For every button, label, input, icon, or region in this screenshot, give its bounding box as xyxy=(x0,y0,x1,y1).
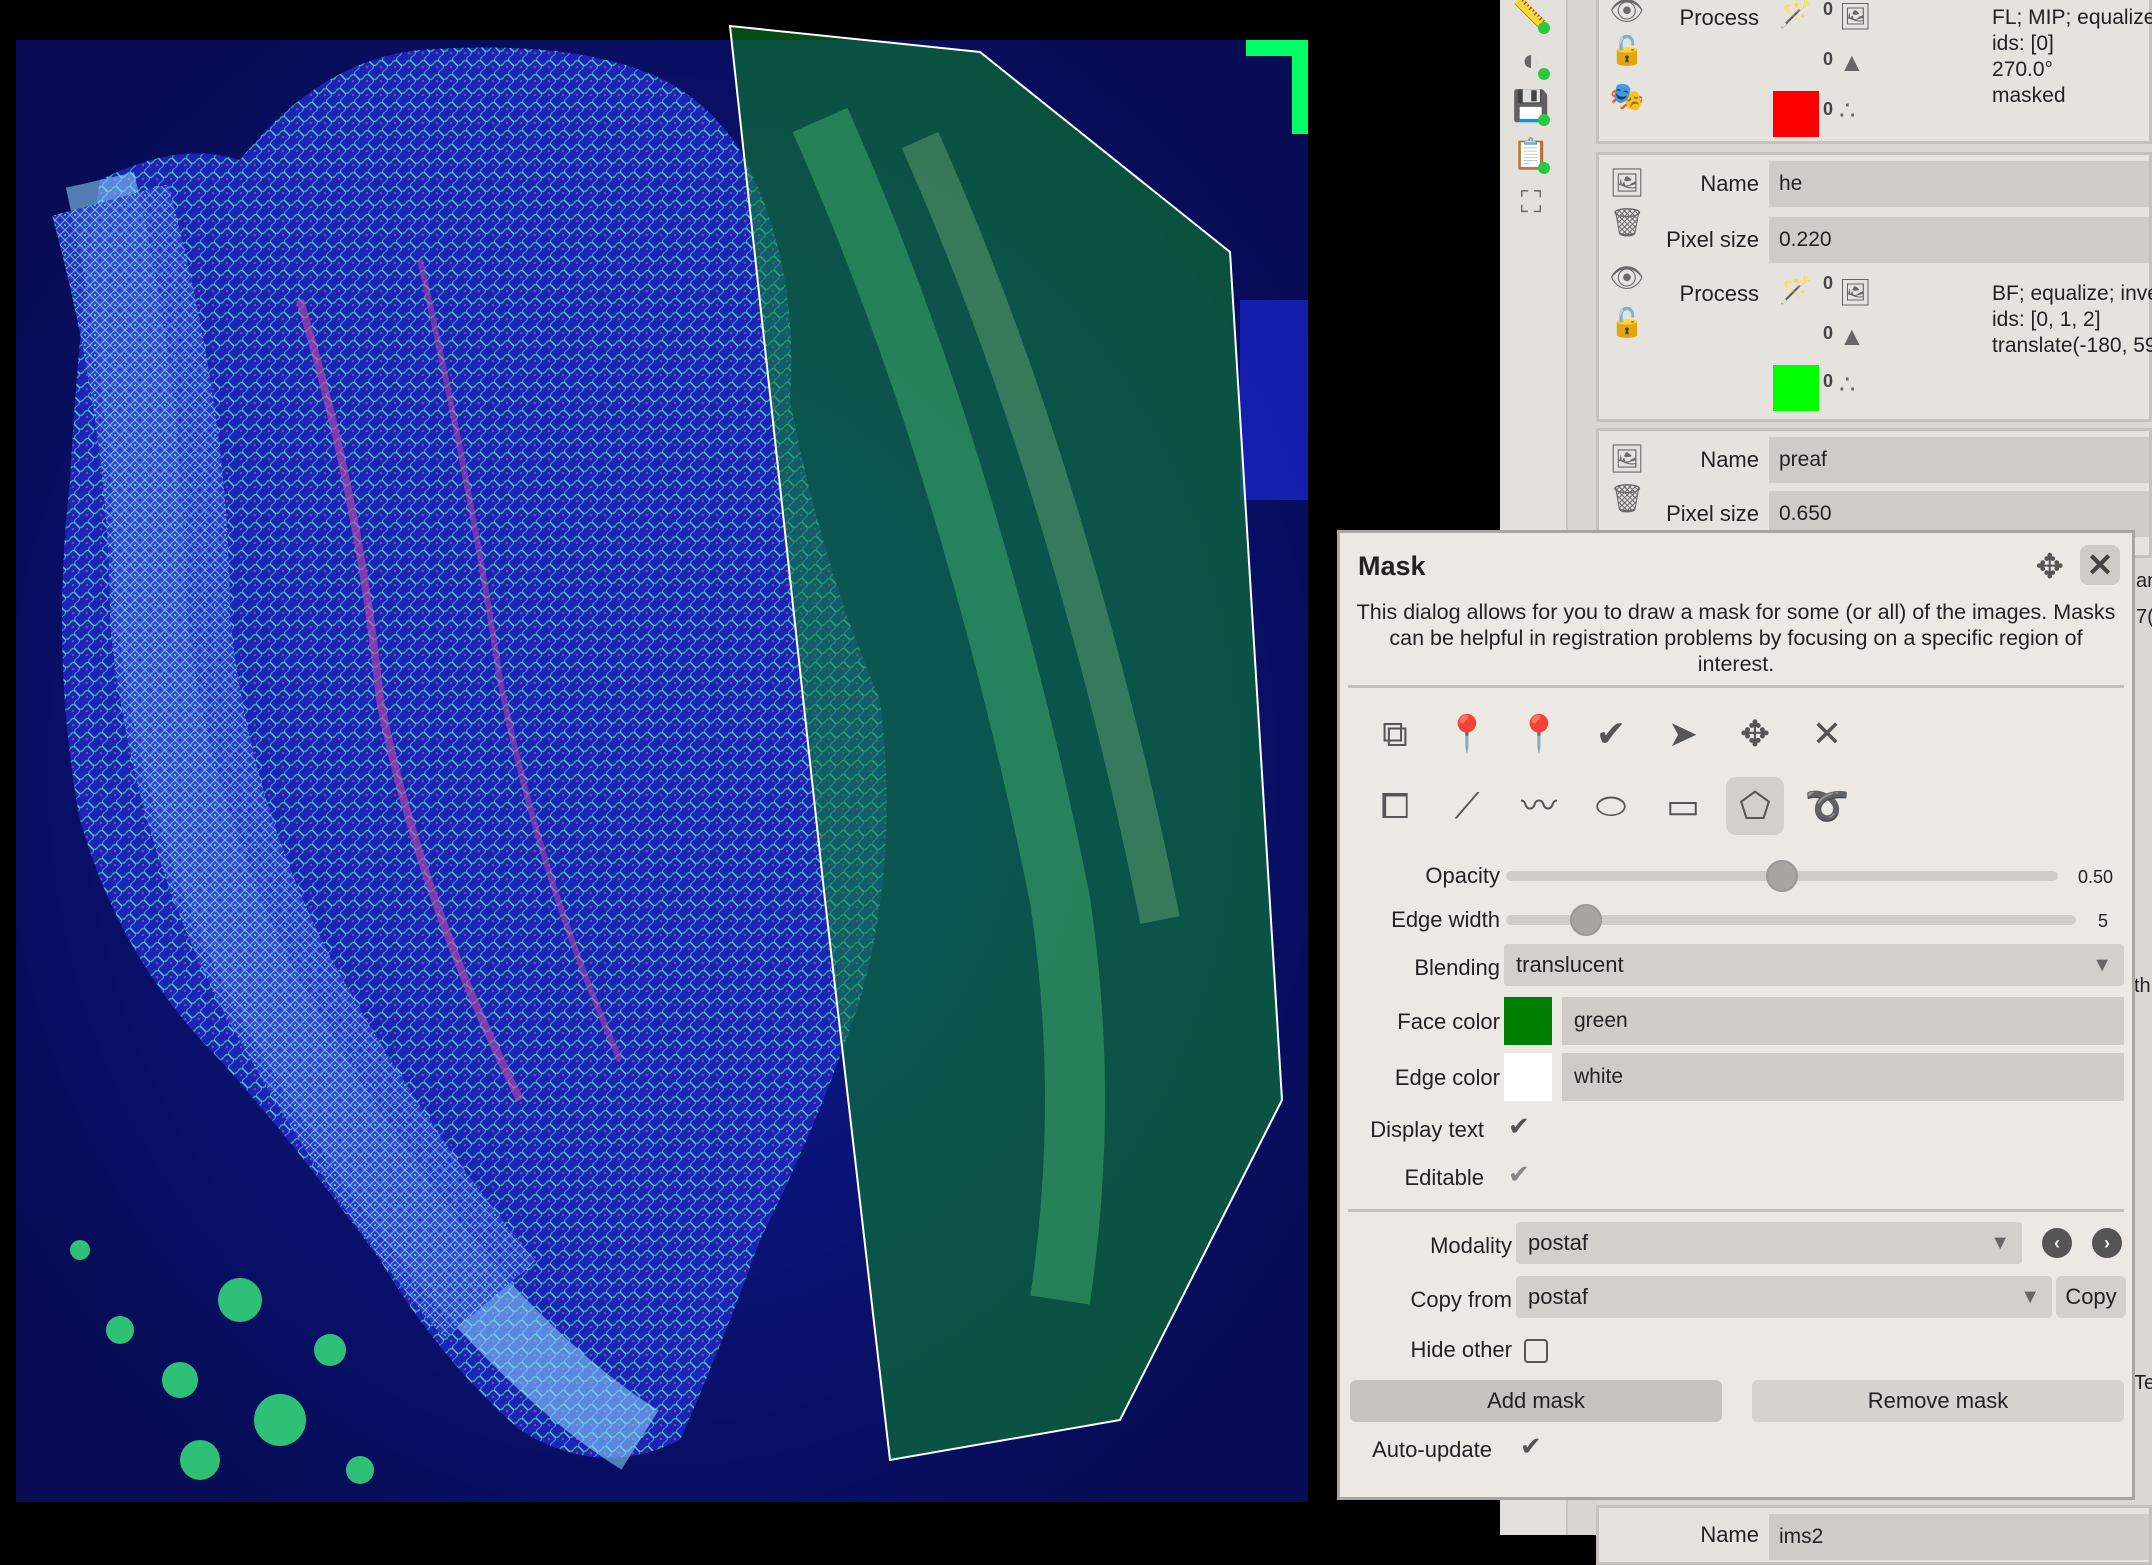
name-label: Name xyxy=(1700,447,1759,472)
shapes-icon[interactable]: ▲ xyxy=(1839,321,1865,352)
dialog-title: Mask xyxy=(1358,551,1426,581)
select-layer-icon[interactable]: ⧉ xyxy=(1366,705,1424,763)
close-icon[interactable]: ✕ xyxy=(2080,545,2120,585)
remove-mask-button[interactable]: Remove mask xyxy=(1752,1380,2124,1422)
pan-arrow-icon[interactable]: ➤ xyxy=(1654,705,1712,763)
next-modality-button[interactable]: › xyxy=(2092,1228,2122,1258)
divider xyxy=(1348,685,2124,688)
edge-width-value: 5 xyxy=(2098,911,2109,931)
ellipse-icon[interactable]: ⬭ xyxy=(1582,777,1640,835)
layer-card-1: 👁 🔓 🎭 Process 🪄 0 🖼 0 ▲ 0 ∴ FL; MIP; equ… xyxy=(1596,0,2152,144)
copy-from-label: Copy from xyxy=(1410,1287,1512,1312)
rectangle-icon[interactable]: ▭ xyxy=(1654,777,1712,835)
pixel-size-label: Pixel size xyxy=(1666,501,1759,526)
editable-checkbox[interactable]: ✔ xyxy=(1508,1159,1530,1190)
blending-select[interactable]: translucent ▼ xyxy=(1504,944,2124,986)
clipboard-icon[interactable]: 📋 xyxy=(1510,134,1552,176)
copy-from-select[interactable]: postaf ▼ xyxy=(1516,1276,2052,1318)
select-point-icon[interactable]: ✔ xyxy=(1582,705,1640,763)
auto-update-label: Auto-update xyxy=(1372,1437,1492,1462)
chevron-down-icon: ▼ xyxy=(2092,954,2112,976)
remove-point-icon[interactable]: 📍 xyxy=(1438,705,1496,763)
layer-info: BF; equalize; invert ids: [0, 1, 2] tran… xyxy=(1992,282,2152,357)
modality-select[interactable]: postaf ▼ xyxy=(1516,1222,2022,1264)
move-icon[interactable]: ✥ xyxy=(1726,705,1784,763)
modality-label: Modality xyxy=(1430,1233,1512,1258)
path-icon[interactable]: 〰 xyxy=(1510,777,1568,835)
clipped-text: th xyxy=(2134,975,2151,997)
name-field[interactable]: ims2 xyxy=(1769,1514,2149,1560)
image-viewer-canvas[interactable] xyxy=(0,0,1500,1535)
layer-info: FL; MIP; equalize ids: [0] 270.0° masked xyxy=(1992,6,2152,107)
divider xyxy=(1348,1209,2124,1212)
hide-other-label: Hide other xyxy=(1410,1337,1512,1362)
opacity-slider-handle[interactable] xyxy=(1766,860,1798,892)
edge-color-label: Edge color xyxy=(1394,1065,1500,1090)
blending-label: Blending xyxy=(1414,955,1500,980)
edge-width-label: Edge width xyxy=(1391,907,1500,932)
move-icon[interactable]: ✥ xyxy=(2036,547,2065,587)
face-color-swatch[interactable] xyxy=(1504,997,1552,1045)
layer-color-swatch[interactable] xyxy=(1773,365,1819,411)
hide-other-checkbox[interactable] xyxy=(1524,1339,1548,1363)
unlock-icon[interactable]: 🔓 xyxy=(1609,305,1645,341)
polygon-icon[interactable]: ⬠ xyxy=(1726,777,1784,835)
opacity-value: 0.50 xyxy=(2078,867,2114,887)
edge-width-slider-handle[interactable] xyxy=(1569,904,1602,936)
image-icon[interactable]: 🖼 xyxy=(1839,277,1872,308)
image-icon[interactable]: 🖼 xyxy=(1839,1,1872,32)
pixel-size-label: Pixel size xyxy=(1666,227,1759,252)
add-point-icon[interactable]: 📍 xyxy=(1510,705,1568,763)
editable-label: Editable xyxy=(1404,1165,1484,1190)
lasso-icon[interactable]: ➰ xyxy=(1798,777,1856,835)
process-label: Process xyxy=(1679,5,1759,30)
process-label: Process xyxy=(1679,281,1759,306)
name-field[interactable]: he xyxy=(1769,161,2149,207)
edge-color-swatch[interactable] xyxy=(1504,1053,1552,1101)
save-icon[interactable]: 💾 xyxy=(1510,86,1552,128)
name-label: Name xyxy=(1700,1522,1759,1547)
shapes-icon[interactable]: ▲ xyxy=(1839,47,1865,78)
layer-card-4: Name ims2 xyxy=(1596,1505,2152,1565)
clipped-text: an xyxy=(2136,570,2152,592)
points-icon[interactable]: ∴ xyxy=(1839,95,1856,126)
tissue-image[interactable] xyxy=(0,0,1500,1535)
opacity-label: Opacity xyxy=(1425,863,1500,888)
chevron-down-icon: ▼ xyxy=(1990,1232,2010,1254)
magic-wand-icon[interactable]: 🪄 xyxy=(1779,275,1811,306)
unlock-icon[interactable]: 🔓 xyxy=(1609,33,1645,69)
face-color-field[interactable]: green xyxy=(1562,997,2124,1045)
chevron-down-icon: ▼ xyxy=(2020,1286,2040,1308)
fullscreen-icon[interactable]: ⛶ xyxy=(1510,182,1552,224)
delete-icon[interactable]: ✕ xyxy=(1798,705,1856,763)
clipped-text: 7( xyxy=(2136,606,2152,628)
points-icon[interactable]: ∴ xyxy=(1839,369,1856,400)
magic-wand-icon[interactable]: 🪄 xyxy=(1779,0,1811,30)
add-mask-button[interactable]: Add mask xyxy=(1350,1380,1722,1422)
previous-modality-button[interactable]: ‹ xyxy=(2042,1228,2072,1258)
contrast-icon[interactable]: ◐ xyxy=(1510,40,1552,82)
clipped-text: Te xyxy=(2134,1372,2152,1394)
name-field[interactable]: preaf xyxy=(1769,437,2149,483)
layer-card-2: 🖼 🗑 👁 🔓 Name he Pixel size 0.220 Process… xyxy=(1596,152,2152,422)
mask-icon[interactable]: 🎭 xyxy=(1609,79,1645,115)
line-icon[interactable]: ⟋ xyxy=(1438,777,1496,835)
transform-icon[interactable]: ⧠ xyxy=(1366,777,1424,835)
auto-update-checkbox[interactable]: ✔ xyxy=(1520,1431,1542,1462)
ruler-icon[interactable]: 📏 xyxy=(1510,0,1552,36)
display-text-checkbox[interactable]: ✔ xyxy=(1508,1111,1530,1142)
name-label: Name xyxy=(1700,171,1759,196)
copy-button[interactable]: Copy xyxy=(2056,1276,2126,1318)
display-text-label: Display text xyxy=(1370,1117,1484,1142)
mask-dialog: Mask ✥ ✕ This dialog allows for you to d… xyxy=(1337,530,2135,1500)
dialog-description: This dialog allows for you to draw a mas… xyxy=(1356,600,2116,676)
edge-color-field[interactable]: white xyxy=(1562,1053,2124,1101)
face-color-label: Face color xyxy=(1397,1009,1500,1034)
layer-color-swatch[interactable] xyxy=(1773,91,1819,137)
pixel-size-field[interactable]: 0.220 xyxy=(1769,217,2149,263)
